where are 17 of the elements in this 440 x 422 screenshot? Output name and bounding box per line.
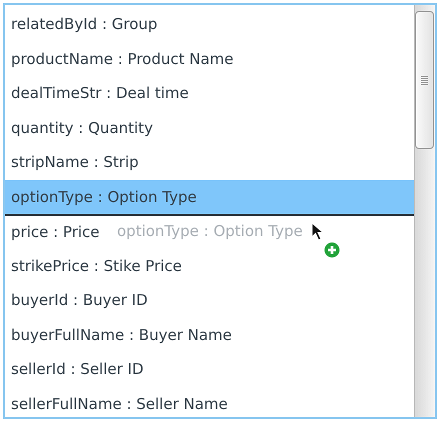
list-item[interactable]: sellerFullName : Seller Name (5, 386, 414, 421)
list-item[interactable]: buyerId : Buyer ID (5, 283, 414, 318)
list-item[interactable]: stripName : Strip (5, 145, 414, 180)
list-item[interactable]: optionType : Option Type (5, 180, 414, 214)
grip-icon (421, 76, 428, 84)
list-item[interactable]: sellerId : Seller ID (5, 352, 414, 386)
add-icon (324, 242, 340, 258)
list-item[interactable]: relatedById : Group (5, 7, 414, 42)
list-item[interactable]: strikePrice : Stike Price (5, 248, 414, 283)
list-item[interactable]: dealTimeStr : Deal time (5, 76, 414, 110)
scrollbar[interactable] (414, 5, 435, 417)
cursor-icon (311, 222, 324, 242)
drag-ghost-label: optionType : Option Type (117, 221, 303, 242)
list-item[interactable]: quantity : Quantity (5, 110, 414, 145)
list-item[interactable]: buyerFullName : Buyer Name (5, 318, 414, 352)
scrollbar-thumb[interactable] (415, 11, 434, 149)
list-item[interactable]: productName : Product Name (5, 42, 414, 76)
